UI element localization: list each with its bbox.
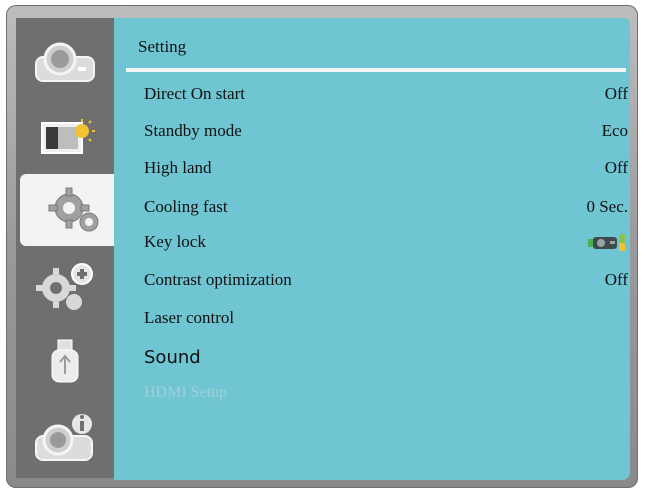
row-value: Eco xyxy=(601,121,628,140)
row-label: Standby mode xyxy=(144,121,242,140)
row-label: HDMI Setup xyxy=(144,384,228,401)
row-label: Laser control xyxy=(144,308,235,327)
menu-row-direct-on-start[interactable]: Direct On start Off xyxy=(144,80,630,108)
usb-icon xyxy=(51,339,79,383)
menu-row-standby-mode[interactable]: Standby mode Eco xyxy=(144,117,630,145)
menu-row-cooling-fast[interactable]: Cooling fast 0 Sec. xyxy=(144,193,630,221)
sidebar-item-image[interactable] xyxy=(16,100,114,172)
row-value: Off xyxy=(604,270,628,289)
row-value: Off xyxy=(604,84,628,103)
image-adjust-icon xyxy=(41,119,95,154)
settings-panel: Setting Direct On start Off Standby mode… xyxy=(114,18,630,480)
title-divider xyxy=(126,68,626,72)
sidebar-item-advanced[interactable] xyxy=(16,250,114,322)
key-lock-projector-icon xyxy=(588,234,625,251)
menu-row-key-lock[interactable]: Key lock xyxy=(144,228,630,256)
page-title: Setting xyxy=(138,37,187,56)
sidebar-item-info[interactable] xyxy=(16,402,114,474)
menu-row-laser-control[interactable]: Laser control xyxy=(144,304,630,332)
menu-row-sound[interactable]: Sound xyxy=(144,343,630,371)
row-value xyxy=(588,231,630,253)
sidebar-item-projector[interactable] xyxy=(16,26,114,98)
advanced-settings-icon xyxy=(36,263,93,310)
projector-icon xyxy=(35,42,95,82)
menu-row-high-land[interactable]: High land Off xyxy=(144,154,630,182)
sidebar-item-usb[interactable] xyxy=(16,326,114,398)
row-label: Cooling fast xyxy=(144,197,228,216)
row-value: 0 Sec. xyxy=(586,197,628,216)
settings-gears-icon xyxy=(48,187,99,232)
sidebar xyxy=(16,18,132,478)
row-label: High land xyxy=(144,158,212,177)
menu-row-contrast-optimization[interactable]: Contrast optimization Off xyxy=(144,266,630,294)
row-value: Off xyxy=(604,158,628,177)
menu-row-hdmi-setup: HDMI Setup xyxy=(144,379,630,407)
row-label: Contrast optimization xyxy=(144,270,292,289)
row-label: Direct On start xyxy=(144,84,246,103)
projector-info-icon xyxy=(35,414,93,461)
row-label: Key lock xyxy=(144,232,206,251)
row-label: Sound xyxy=(144,346,201,368)
